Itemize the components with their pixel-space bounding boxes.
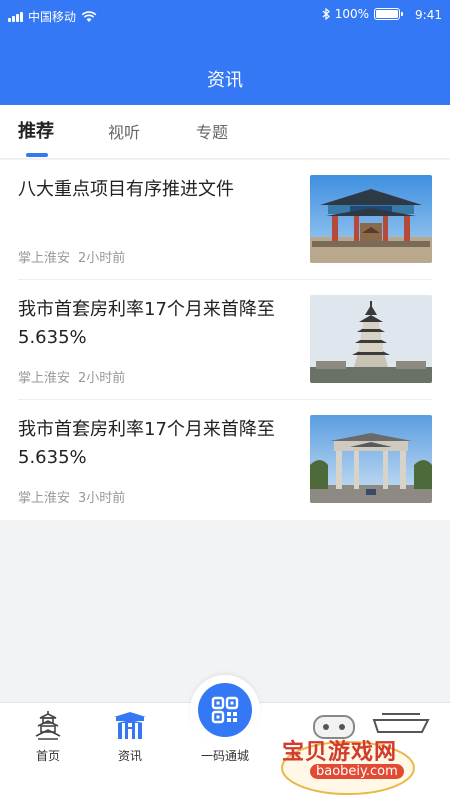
gate-icon [114, 712, 146, 739]
bottom-tab-news-label: 资讯 [117, 749, 142, 763]
qr-code-icon [198, 683, 252, 737]
news-item[interactable]: 八大重点项目有序推进文件 掌上淮安 2小时前 [18, 160, 432, 280]
news-meta: 掌上淮安 3小时前 [18, 487, 125, 506]
pagoda-icon [35, 711, 61, 740]
news-thumbnail [310, 415, 432, 503]
news-source: 掌上淮安 [18, 491, 71, 506]
watermark-logo: 宝贝游戏网 baobeiy.com [278, 710, 448, 798]
news-meta: 掌上淮安 2小时前 [18, 367, 125, 386]
news-title: 我市首套房利率17个月来首降至5.635% [18, 299, 275, 348]
tab-topics[interactable]: 专题 [196, 119, 228, 143]
category-tabs: 推荐 视听 专题 [0, 105, 450, 159]
watermark-text: 宝贝游戏网 [282, 740, 398, 765]
news-time: 2小时前 [78, 251, 126, 266]
status-bar: 中国移动 100% 9:41 [0, 0, 450, 32]
news-item[interactable]: 我市首套房利率17个月来首降至5.635% 掌上淮安 2小时前 [18, 280, 432, 400]
bottom-tab-news[interactable]: 资讯 [90, 709, 170, 764]
news-time: 2小时前 [78, 371, 126, 386]
active-tab-indicator [26, 153, 48, 157]
news-thumbnail [310, 175, 432, 263]
page-title: 资讯 [207, 70, 243, 91]
bottom-tab-home-label: 首页 [35, 749, 60, 763]
status-time: 9:41 [415, 8, 442, 22]
tab-video[interactable]: 视听 [108, 119, 140, 143]
app-header: 中国移动 100% 9:41 资讯 [0, 0, 450, 105]
watermark-url: baobeiy.com [310, 764, 404, 779]
news-time: 3小时前 [78, 491, 126, 506]
news-item[interactable]: 我市首套房利率17个月来首降至5.635% 掌上淮安 3小时前 [18, 400, 432, 520]
bottom-tab-home[interactable]: 首页 [8, 709, 88, 764]
news-thumbnail [310, 295, 432, 383]
news-title: 我市首套房利率17个月来首降至5.635% [18, 419, 275, 468]
news-source: 掌上淮安 [18, 371, 71, 386]
news-list: 八大重点项目有序推进文件 掌上淮安 2小时前 我市首套房利率17个月来首降至5.… [0, 160, 450, 520]
tab-recommend[interactable]: 推荐 [18, 117, 54, 143]
news-title: 八大重点项目有序推进文件 [18, 179, 234, 200]
news-source: 掌上淮安 [18, 251, 71, 266]
scan-code-label: 一码通城 [200, 749, 249, 763]
news-meta: 掌上淮安 2小时前 [18, 247, 125, 266]
scan-code-button[interactable] [190, 675, 260, 745]
